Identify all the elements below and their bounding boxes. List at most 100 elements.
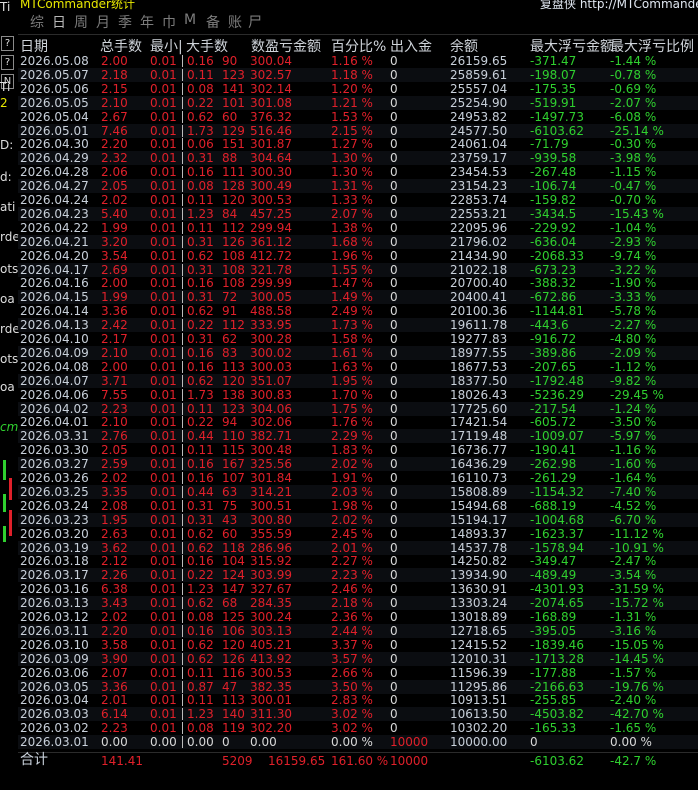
table-row[interactable]: 2026.03.30 2.05 0.01 0.11 115 300.48 1.83 % 0 16… bbox=[18, 443, 698, 457]
cell-total: 2.26 bbox=[101, 568, 128, 582]
table-row[interactable]: 2026.04.16 2.00 0.01 0.16 108 299.99 1.47 % 0 20… bbox=[18, 276, 698, 290]
left-tool-11[interactable]: oa bbox=[0, 292, 15, 306]
left-tool-15[interactable]: cm bbox=[0, 420, 18, 434]
cell-separator bbox=[182, 694, 183, 706]
table-row[interactable]: 2026.04.28 2.06 0.01 0.16 111 300.30 1.30 % 0 23… bbox=[18, 165, 698, 179]
cell-fl: -939.58 bbox=[530, 151, 577, 165]
column-header-max-lots[interactable]: 大手数 bbox=[186, 36, 228, 56]
table-row[interactable]: 2026.03.16 6.38 0.01 1.23 147 327.67 2.46 % 0 13… bbox=[18, 582, 698, 596]
left-tool-4[interactable]: Ti bbox=[0, 80, 14, 94]
cell-profit: 0.00 bbox=[250, 735, 277, 749]
period-tab-5[interactable]: 年 bbox=[140, 12, 154, 32]
table-row[interactable]: 2026.03.20 2.63 0.01 0.62 60 355.59 2.45 % 0 148… bbox=[18, 527, 698, 541]
table-row[interactable]: 2026.03.02 2.23 0.01 0.08 119 302.20 3.02 % 0 10… bbox=[18, 721, 698, 735]
table-row[interactable]: 2026.03.11 2.20 0.01 0.16 106 303.13 2.44 % 0 12… bbox=[18, 624, 698, 638]
table-row[interactable]: 2026.05.07 2.18 0.01 0.11 123 302.57 1.18 % 0 25… bbox=[18, 68, 698, 82]
cell-min: 0.01 bbox=[150, 457, 177, 471]
table-row[interactable]: 2026.03.05 3.36 0.01 0.87 47 382.35 3.50 % 0 112… bbox=[18, 680, 698, 694]
table-row[interactable]: 2026.03.06 2.07 0.01 0.11 116 300.53 2.66 % 0 11… bbox=[18, 666, 698, 680]
table-row[interactable]: 2026.03.19 3.62 0.01 0.62 118 286.96 2.01 % 0 14… bbox=[18, 541, 698, 555]
left-tool-2[interactable]: ? bbox=[1, 55, 14, 70]
left-tool-6[interactable]: D: bbox=[0, 138, 14, 152]
cell-bal: 22853.74 bbox=[450, 193, 508, 207]
period-tab-3[interactable]: 月 bbox=[96, 12, 110, 32]
table-row[interactable]: 2026.03.18 2.12 0.01 0.16 104 315.92 2.27 % 0 14… bbox=[18, 554, 698, 568]
table-row[interactable]: 2026.04.07 3.71 0.01 0.62 120 351.07 1.95 % 0 18… bbox=[18, 374, 698, 388]
table-row[interactable]: 2026.04.20 3.54 0.01 0.62 108 412.72 1.96 % 0 21… bbox=[18, 249, 698, 263]
table-row[interactable]: 2026.04.09 2.10 0.01 0.16 83 300.02 1.61 % 0 189… bbox=[18, 346, 698, 360]
period-tab-0[interactable]: 综 bbox=[30, 12, 44, 32]
cell-total: 2.01 bbox=[101, 693, 128, 707]
cell-pct: 2.83 % bbox=[331, 693, 373, 707]
cell-bal: 10913.51 bbox=[450, 693, 508, 707]
table-row[interactable]: 2026.04.23 5.40 0.01 1.23 84 457.25 2.07 % 0 225… bbox=[18, 207, 698, 221]
period-tab-1[interactable]: 日 bbox=[52, 12, 66, 32]
table-row[interactable]: 2026.04.15 1.99 0.01 0.31 72 300.05 1.49 % 0 204… bbox=[18, 290, 698, 304]
table-row[interactable]: 2026.04.10 2.17 0.01 0.31 62 300.28 1.58 % 0 192… bbox=[18, 332, 698, 346]
cell-date: 2026.03.03 bbox=[20, 707, 89, 721]
column-header-min-lots[interactable]: 最小| bbox=[150, 36, 183, 56]
table-row[interactable]: 2026.03.31 2.76 0.01 0.44 110 382.71 2.29 % 0 17… bbox=[18, 429, 698, 443]
column-header-balance[interactable]: 余额 bbox=[450, 36, 478, 56]
table-row[interactable]: 2026.03.04 2.01 0.01 0.11 113 300.01 2.83 % 0 10… bbox=[18, 693, 698, 707]
left-tool-7[interactable]: d: bbox=[0, 170, 14, 184]
column-header-max-float-pct[interactable]: 最大浮亏比例 bbox=[610, 36, 694, 56]
left-tool-14[interactable]: oa bbox=[0, 380, 15, 394]
table-row[interactable]: 2026.04.30 2.20 0.01 0.06 151 301.87 1.27 % 0 24… bbox=[18, 137, 698, 151]
table-row[interactable]: 2026.04.02 2.23 0.01 0.11 123 304.06 1.75 % 0 17… bbox=[18, 402, 698, 416]
column-header-inout[interactable]: 出入金 bbox=[390, 36, 432, 56]
table-row[interactable]: 2026.04.22 1.99 0.01 0.11 112 299.94 1.38 % 0 22… bbox=[18, 221, 698, 235]
left-tool-9[interactable]: rde bbox=[0, 230, 20, 244]
table-row[interactable]: 2026.03.10 3.58 0.01 0.62 120 405.21 3.37 % 0 12… bbox=[18, 638, 698, 652]
column-header-date[interactable]: 日期 bbox=[20, 36, 48, 56]
column-header-count-profit[interactable]: 数盈亏金额 bbox=[251, 36, 321, 56]
table-row[interactable]: 2026.03.26 2.02 0.01 0.16 107 301.84 1.91 % 0 16… bbox=[18, 471, 698, 485]
cell-flp: -1.57 % bbox=[610, 666, 657, 680]
left-tool-1[interactable]: ? bbox=[1, 36, 14, 51]
period-tab-6[interactable]: 巾 bbox=[162, 12, 176, 32]
table-row[interactable]: 2026.03.13 3.43 0.01 0.62 68 284.35 2.18 % 0 133… bbox=[18, 596, 698, 610]
period-tab-2[interactable]: 周 bbox=[74, 12, 88, 32]
table-row[interactable]: 2026.04.21 3.20 0.01 0.31 126 361.12 1.68 % 0 21… bbox=[18, 235, 698, 249]
cell-flp: -29.45 % bbox=[610, 388, 664, 402]
table-row[interactable]: 2026.04.13 2.42 0.01 0.22 112 333.95 1.73 % 0 19… bbox=[18, 318, 698, 332]
table-row[interactable]: 2026.03.25 3.35 0.01 0.44 63 314.21 2.03 % 0 158… bbox=[18, 485, 698, 499]
left-tool-10[interactable]: ots bbox=[0, 262, 18, 276]
table-row[interactable]: 2026.04.29 2.32 0.01 0.31 88 304.64 1.30 % 0 237… bbox=[18, 151, 698, 165]
table-row[interactable]: 2026.05.06 2.15 0.01 0.08 141 302.14 1.20 % 0 25… bbox=[18, 82, 698, 96]
table-row[interactable]: 2026.04.14 3.36 0.01 0.62 91 488.58 2.49 % 0 201… bbox=[18, 304, 698, 318]
left-tool-13[interactable]: ots bbox=[0, 352, 18, 366]
period-tab-7[interactable]: M bbox=[184, 12, 196, 28]
table-row[interactable]: 2026.03.23 1.95 0.01 0.31 43 300.80 2.02 % 0 151… bbox=[18, 513, 698, 527]
table-row[interactable]: 2026.04.27 2.05 0.01 0.08 128 300.49 1.31 % 0 23… bbox=[18, 179, 698, 193]
table-row[interactable]: 2026.03.27 2.59 0.01 0.16 167 325.56 2.02 % 0 16… bbox=[18, 457, 698, 471]
table-row[interactable]: 2026.03.09 3.90 0.01 0.62 126 413.92 3.57 % 0 12… bbox=[18, 652, 698, 666]
table-row[interactable]: 2026.04.08 2.00 0.01 0.16 113 300.03 1.63 % 0 18… bbox=[18, 360, 698, 374]
table-row[interactable]: 2026.05.05 2.10 0.01 0.22 101 301.08 1.21 % 0 25… bbox=[18, 96, 698, 110]
table-row[interactable]: 2026.05.04 2.67 0.01 0.62 60 376.32 1.53 % 0 249… bbox=[18, 110, 698, 124]
table-row[interactable]: 2026.03.03 6.14 0.01 1.23 140 311.30 3.02 % 0 10… bbox=[18, 707, 698, 721]
table-row[interactable]: 2026.04.17 2.69 0.01 0.31 108 321.78 1.55 % 0 21… bbox=[18, 263, 698, 277]
period-tab-10[interactable]: 尸 bbox=[248, 12, 262, 32]
column-header-total-lots[interactable]: 总手数 bbox=[100, 36, 142, 56]
period-tab-8[interactable]: 备 bbox=[206, 12, 220, 32]
table-row[interactable]: 2026.04.24 2.02 0.01 0.11 120 300.53 1.33 % 0 22… bbox=[18, 193, 698, 207]
table-row[interactable]: 2026.03.17 2.26 0.01 0.22 124 303.99 2.23 % 0 13… bbox=[18, 568, 698, 582]
left-tool-12[interactable]: rde bbox=[0, 322, 20, 336]
table-row[interactable]: 2026.03.12 2.02 0.01 0.08 125 300.24 2.36 % 0 13… bbox=[18, 610, 698, 624]
cell-count: 108 bbox=[222, 249, 245, 263]
column-header-pct[interactable]: 百分比% bbox=[331, 36, 386, 56]
table-row[interactable]: 2026.05.08 2.00 0.01 0.16 90 300.04 1.16 % 0 261… bbox=[18, 54, 698, 68]
left-tool-5[interactable]: 2 bbox=[0, 96, 14, 110]
cell-profit: 300.02 bbox=[250, 346, 292, 360]
table-row[interactable]: 2026.03.01 0.00 0.00 0.00 0 0.00 0.00 % 10000 10… bbox=[18, 735, 698, 749]
table-row[interactable]: 2026.05.01 7.46 0.01 1.73 129 516.46 2.15 % 0 24… bbox=[18, 124, 698, 138]
period-tab-9[interactable]: 账 bbox=[228, 12, 242, 32]
cell-min: 0.01 bbox=[150, 263, 177, 277]
period-tab-4[interactable]: 季 bbox=[118, 12, 132, 32]
column-header-max-float[interactable]: 最大浮亏金额 bbox=[530, 36, 614, 56]
table-row[interactable]: 2026.04.01 2.10 0.01 0.22 94 302.06 1.76 % 0 174… bbox=[18, 415, 698, 429]
left-tool-8[interactable]: ati bbox=[0, 200, 15, 214]
table-row[interactable]: 2026.04.06 7.55 0.01 1.73 138 300.83 1.70 % 0 18… bbox=[18, 388, 698, 402]
table-row[interactable]: 2026.03.24 2.08 0.01 0.31 75 300.51 1.98 % 0 154… bbox=[18, 499, 698, 513]
